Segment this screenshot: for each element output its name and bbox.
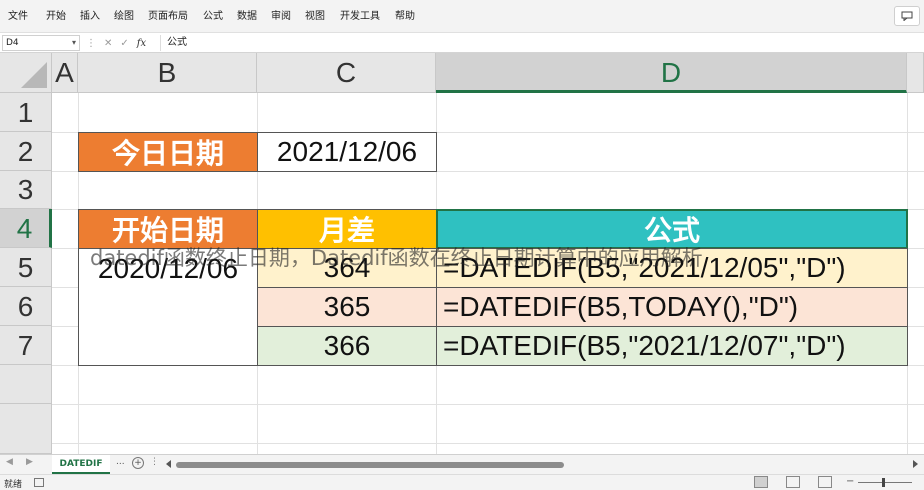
tab-insert[interactable]: 插入 xyxy=(80,0,100,33)
normal-view-icon[interactable] xyxy=(754,476,768,488)
tab-help[interactable]: 帮助 xyxy=(395,0,415,33)
scroll-right-icon[interactable] xyxy=(913,460,918,468)
row-header-8[interactable] xyxy=(0,365,52,404)
status-ready: 就绪 xyxy=(4,480,23,490)
zoom-out-icon[interactable]: − xyxy=(846,476,854,487)
confirm-icon[interactable]: ✓ xyxy=(120,38,128,49)
cell-c2[interactable]: 2021/12/06 xyxy=(257,132,437,172)
column-header-e[interactable] xyxy=(907,53,924,93)
formula-input[interactable]: 公式 xyxy=(160,35,187,51)
zoom-slider[interactable] xyxy=(858,482,912,483)
tab-page-layout[interactable]: 页面布局 xyxy=(148,0,188,33)
column-header-b[interactable]: B xyxy=(78,53,257,93)
prev-sheet-icon[interactable]: ◀ xyxy=(6,457,13,467)
row-header-7[interactable]: 7 xyxy=(0,326,52,365)
cell-d7[interactable]: =DATEDIF(B5,"2021/12/07","D") xyxy=(436,326,908,366)
tab-view[interactable]: 视图 xyxy=(305,0,325,33)
comment-icon xyxy=(901,11,913,21)
horizontal-scrollbar[interactable] xyxy=(176,462,564,468)
chevron-down-icon[interactable]: ▾ xyxy=(72,36,76,50)
sheet-tab-bar: ◀ ▶ DATEDIF ... + ⋮ xyxy=(0,454,924,474)
tab-review[interactable]: 审阅 xyxy=(271,0,291,33)
divider-icon: ⋮ xyxy=(150,457,159,467)
row-header-9[interactable] xyxy=(0,404,52,454)
zoom-slider-handle[interactable] xyxy=(882,478,885,487)
watermark-caption: datedif函数终止日期，Datedif函数在终止日期计算中的应用解析 xyxy=(90,246,703,270)
add-sheet-icon[interactable]: + xyxy=(132,457,144,469)
column-header-d[interactable]: D xyxy=(436,53,907,93)
name-box[interactable]: D4 ▾ xyxy=(2,35,80,51)
row-header-1[interactable]: 1 xyxy=(0,93,52,132)
tab-file[interactable]: 文件 xyxy=(8,0,28,33)
cell-d6[interactable]: =DATEDIF(B5,TODAY(),"D") xyxy=(436,287,908,327)
more-options-icon: ⋮ xyxy=(86,37,96,49)
comments-button[interactable] xyxy=(894,6,920,26)
cancel-icon[interactable]: ✕ xyxy=(104,38,112,49)
tab-data[interactable]: 数据 xyxy=(237,0,257,33)
sheet-tab-datedif[interactable]: DATEDIF xyxy=(52,455,110,474)
page-break-view-icon[interactable] xyxy=(818,476,832,488)
next-sheet-icon[interactable]: ▶ xyxy=(26,457,33,467)
tab-draw[interactable]: 绘图 xyxy=(114,0,134,33)
row-header-2[interactable]: 2 xyxy=(0,132,52,171)
ribbon: 文件 开始 插入 绘图 页面布局 公式 数据 审阅 视图 开发工具 帮助 xyxy=(0,0,924,33)
insert-function-icon[interactable]: fx xyxy=(137,38,146,49)
cell-b2[interactable]: 今日日期 xyxy=(78,132,258,172)
tab-developer[interactable]: 开发工具 xyxy=(340,0,380,33)
tab-formulas[interactable]: 公式 xyxy=(203,0,223,33)
column-header-a[interactable]: A xyxy=(52,53,78,93)
cell-c6[interactable]: 365 xyxy=(257,287,437,327)
status-bar: 就绪 − xyxy=(0,474,924,490)
row-header-4[interactable]: 4 xyxy=(0,209,52,248)
cell-c7[interactable]: 366 xyxy=(257,326,437,366)
accessibility-icon[interactable] xyxy=(34,478,44,487)
column-header-c[interactable]: C xyxy=(257,53,436,93)
formula-bar: D4 ▾ ⋮ ✕ ✓ fx 公式 xyxy=(0,33,924,53)
row-header-3[interactable]: 3 xyxy=(0,171,52,209)
row-header-5[interactable]: 5 xyxy=(0,248,52,287)
page-layout-view-icon[interactable] xyxy=(786,476,800,488)
select-all-corner[interactable] xyxy=(0,53,52,93)
name-box-value: D4 xyxy=(6,38,19,48)
scroll-left-icon[interactable] xyxy=(166,460,171,468)
row-header-6[interactable]: 6 xyxy=(0,287,52,326)
tab-home[interactable]: 开始 xyxy=(46,0,66,33)
more-sheets-button[interactable]: ... xyxy=(116,457,125,467)
